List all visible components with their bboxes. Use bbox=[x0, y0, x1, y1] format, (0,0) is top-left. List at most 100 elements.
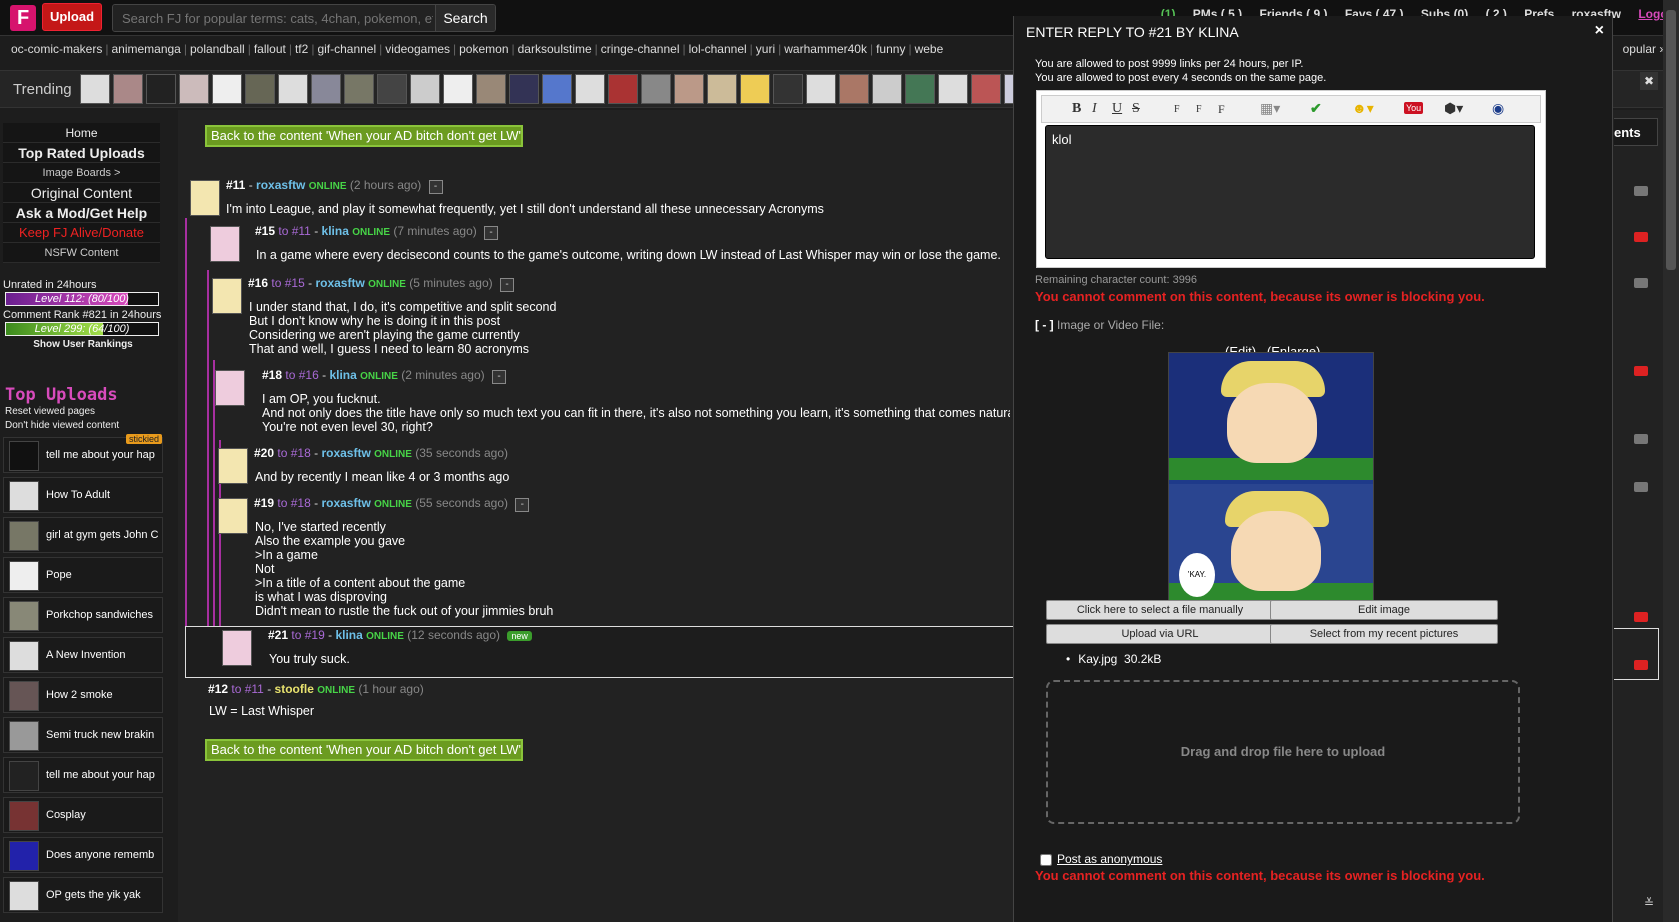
check-icon[interactable]: ✔ bbox=[1310, 101, 1322, 118]
top-upload-item[interactable]: How 2 smoke bbox=[3, 677, 163, 713]
category-link[interactable]: pokemon bbox=[459, 42, 508, 56]
trending-thumbnail[interactable] bbox=[707, 74, 737, 104]
category-link[interactable]: gif-channel bbox=[317, 42, 376, 56]
font-medium-icon[interactable]: F bbox=[1196, 104, 1202, 115]
comment-username[interactable]: klina bbox=[335, 628, 362, 642]
reply-to-link[interactable]: to #18 bbox=[277, 496, 310, 510]
nav-original-content[interactable]: Original Content bbox=[3, 183, 160, 203]
trending-thumbnail[interactable] bbox=[608, 74, 638, 104]
upload-button[interactable]: Upload bbox=[42, 3, 102, 31]
upload-url-button[interactable]: Upload via URL bbox=[1046, 624, 1274, 644]
top-upload-item[interactable]: girl at gym gets John C bbox=[3, 517, 163, 553]
trending-thumbnail[interactable] bbox=[311, 74, 341, 104]
trending-thumbnail[interactable] bbox=[575, 74, 605, 104]
collapse-icon[interactable]: - bbox=[515, 498, 530, 512]
scrollbar-thumb[interactable] bbox=[1666, 10, 1676, 270]
reply-to-link[interactable]: to #16 bbox=[285, 368, 318, 382]
comment-number[interactable]: #11 bbox=[226, 178, 245, 192]
category-link[interactable]: cringe-channel bbox=[601, 42, 680, 56]
collapse-icon[interactable]: - bbox=[428, 180, 443, 194]
thumb-vote-icon[interactable] bbox=[1634, 434, 1648, 444]
category-link[interactable]: darksoulstime bbox=[518, 42, 592, 56]
trending-thumbnail[interactable] bbox=[377, 74, 407, 104]
search-button[interactable]: Search bbox=[435, 5, 495, 31]
trending-thumbnail[interactable] bbox=[146, 74, 176, 104]
smiley-icon[interactable]: ☻▾ bbox=[1352, 101, 1374, 118]
trending-thumbnail[interactable] bbox=[542, 74, 572, 104]
comment-username[interactable]: klina bbox=[329, 368, 356, 382]
nav-top-rated[interactable]: Top Rated Uploads bbox=[3, 143, 160, 163]
thumb-vote-icon[interactable] bbox=[1634, 366, 1648, 376]
trending-thumbnail[interactable] bbox=[476, 74, 506, 104]
collapse-icon[interactable]: - bbox=[484, 226, 499, 240]
font-large-icon[interactable]: F bbox=[1218, 102, 1225, 117]
top-upload-item[interactable]: Does anyone rememb bbox=[3, 837, 163, 873]
collapse-icon[interactable]: - bbox=[491, 370, 506, 384]
comment-username[interactable]: roxasftw bbox=[256, 178, 305, 192]
trending-thumbnail[interactable] bbox=[80, 74, 110, 104]
avatar[interactable] bbox=[218, 498, 248, 534]
scrollbar[interactable] bbox=[1663, 0, 1679, 922]
trending-thumbnail[interactable] bbox=[971, 74, 1001, 104]
nav-home[interactable]: Home bbox=[3, 123, 160, 143]
trending-thumbnail[interactable] bbox=[509, 74, 539, 104]
comment-username[interactable]: roxasftw bbox=[315, 276, 364, 290]
category-link[interactable]: lol-channel bbox=[689, 42, 747, 56]
bold-icon[interactable]: B bbox=[1072, 101, 1081, 117]
reply-to-link[interactable]: to #11 bbox=[278, 224, 310, 238]
category-link[interactable]: videogames bbox=[385, 42, 450, 56]
close-icon[interactable]: × bbox=[1595, 22, 1604, 40]
recent-pictures-button[interactable]: Select from my recent pictures bbox=[1270, 624, 1498, 644]
nav-keep-alive[interactable]: Keep FJ Alive/Donate bbox=[3, 223, 160, 243]
avatar[interactable] bbox=[222, 630, 252, 666]
edit-image-button[interactable]: Edit image bbox=[1270, 600, 1498, 620]
trending-thumbnail[interactable] bbox=[113, 74, 143, 104]
thumb-vote-icon[interactable] bbox=[1634, 186, 1648, 196]
top-upload-item[interactable]: Porkchop sandwiches bbox=[3, 597, 163, 633]
category-link[interactable]: tf2 bbox=[295, 42, 308, 56]
reply-to-link[interactable]: to #19 bbox=[291, 628, 324, 642]
trending-thumbnail[interactable] bbox=[905, 74, 935, 104]
comment-number[interactable]: #19 bbox=[254, 496, 274, 510]
thumb-vote-icon[interactable] bbox=[1634, 278, 1648, 288]
dont-hide-link[interactable]: Don't hide viewed content bbox=[3, 419, 167, 433]
reply-to-link[interactable]: to #11 bbox=[231, 682, 263, 696]
trending-thumbnail[interactable] bbox=[740, 74, 770, 104]
reply-textarea[interactable]: klol bbox=[1045, 125, 1535, 259]
top-upload-item[interactable]: tell me about your hap stickied bbox=[3, 434, 163, 473]
font-small-icon[interactable]: F bbox=[1174, 104, 1180, 115]
table-icon[interactable]: ▦▾ bbox=[1260, 101, 1280, 118]
search-input[interactable] bbox=[113, 5, 433, 31]
category-link[interactable]: animemanga bbox=[111, 42, 180, 56]
comment-number[interactable]: #20 bbox=[254, 446, 274, 460]
reply-to-link[interactable]: to #15 bbox=[271, 276, 304, 290]
trending-thumbnail[interactable] bbox=[938, 74, 968, 104]
top-upload-item[interactable]: Semi truck new brakin bbox=[3, 717, 163, 753]
strike-icon[interactable]: S bbox=[1132, 101, 1140, 117]
comments-tab[interactable]: ents bbox=[1614, 118, 1658, 146]
comment-number[interactable]: #16 bbox=[248, 276, 268, 290]
trending-thumbnail[interactable] bbox=[443, 74, 473, 104]
back-to-content-button-bottom[interactable]: Back to the content 'When your AD bitch … bbox=[205, 739, 523, 761]
comment-number[interactable]: #18 bbox=[262, 368, 282, 382]
youtube-icon[interactable]: You bbox=[1404, 102, 1424, 114]
thumb-vote-icon[interactable] bbox=[1634, 612, 1648, 622]
comment-username[interactable]: roxasftw bbox=[321, 496, 370, 510]
comment-number[interactable]: #12 bbox=[208, 682, 228, 696]
trending-thumbnail[interactable] bbox=[278, 74, 308, 104]
trending-thumbnail[interactable] bbox=[245, 74, 275, 104]
anonymous-checkbox[interactable] bbox=[1040, 853, 1052, 866]
select-file-button[interactable]: Click here to select a file manually bbox=[1046, 600, 1274, 620]
trending-thumbnail[interactable] bbox=[179, 74, 209, 104]
avatar[interactable] bbox=[210, 226, 240, 262]
preview-eye-icon[interactable]: ◉ bbox=[1492, 101, 1504, 118]
avatar[interactable] bbox=[218, 448, 248, 484]
show-rankings-link[interactable]: Show User Rankings bbox=[3, 339, 163, 350]
comment-username[interactable]: roxasftw bbox=[321, 446, 370, 460]
comment-number[interactable]: #15 bbox=[255, 224, 275, 238]
trending-thumbnail[interactable] bbox=[773, 74, 803, 104]
category-link[interactable]: warhammer40k bbox=[784, 42, 867, 56]
trending-thumbnail[interactable] bbox=[212, 74, 242, 104]
trending-thumbnail[interactable] bbox=[872, 74, 902, 104]
top-upload-item[interactable]: Pope bbox=[3, 557, 163, 593]
